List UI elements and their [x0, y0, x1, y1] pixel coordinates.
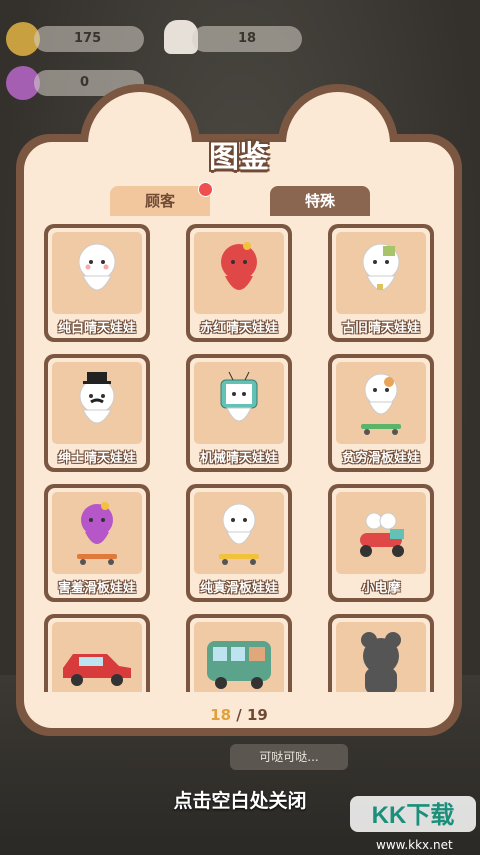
- card-label: 纯白晴天娃娃: [57, 321, 136, 336]
- purple-skateboard-doll-icon: [52, 492, 142, 574]
- card-label: 绅士晴天娃娃: [57, 451, 136, 466]
- card-label: 纯真滑板娃娃: [199, 581, 278, 596]
- card-label: 机械晴天娃娃: [199, 451, 278, 466]
- tab-special[interactable]: 特殊: [270, 186, 370, 216]
- panel-title: 图鉴: [209, 140, 269, 175]
- chefs-value: 18: [238, 31, 257, 46]
- red-doll-icon: [194, 232, 284, 314]
- collection-card[interactable]: [186, 614, 292, 692]
- collection-card[interactable]: 机械晴天娃娃: [186, 354, 292, 472]
- speech-bubble: 可哒可哒...: [230, 744, 348, 770]
- card-label: 害羞滑板娃娃: [57, 581, 136, 596]
- collection-counter: 18 / 19: [16, 706, 462, 724]
- gentleman-doll-icon: [52, 362, 142, 444]
- collection-card[interactable]: [44, 614, 150, 692]
- collection-card[interactable]: 害羞滑板娃娃: [44, 484, 150, 602]
- locked-silhouette-icon: [336, 622, 426, 692]
- collection-card[interactable]: 小电摩: [328, 484, 434, 602]
- collection-card[interactable]: [328, 614, 434, 692]
- white-skateboard-doll-icon: [194, 492, 284, 574]
- patched-doll-icon: [336, 232, 426, 314]
- notification-badge: [198, 182, 213, 197]
- watermark-url: www.kkx.net: [376, 838, 453, 852]
- green-van-icon: [194, 622, 284, 692]
- collection-card[interactable]: 绅士晴天娃娃: [44, 354, 150, 472]
- red-car-icon: [52, 622, 142, 692]
- card-label: 小电摩: [361, 581, 401, 596]
- collection-card[interactable]: 赤红晴天娃娃: [186, 224, 292, 342]
- coins-value: 175: [74, 31, 102, 46]
- counter-total: 19: [246, 706, 268, 724]
- white-doll-icon: [52, 232, 142, 314]
- tv-robot-doll-icon: [194, 362, 284, 444]
- tab-customers[interactable]: 顾客: [110, 186, 210, 216]
- collection-grid[interactable]: 纯白晴天娃娃 赤红晴天娃娃 古旧晴天娃娃 绅士晴天娃娃 机械晴天娃娃 贫穷滑板娃…: [30, 218, 448, 692]
- skateboard-doll-icon: [336, 362, 426, 444]
- collection-card[interactable]: 纯真滑板娃娃: [186, 484, 292, 602]
- scooter-icon: [336, 492, 426, 574]
- card-label: 赤红晴天娃娃: [199, 321, 278, 336]
- card-label: 古旧晴天娃娃: [341, 321, 420, 336]
- collection-card[interactable]: 古旧晴天娃娃: [328, 224, 434, 342]
- card-label: 贫穷滑板娃娃: [341, 451, 420, 466]
- counter-current: 18: [210, 706, 232, 724]
- collection-panel: 图鉴 顾客 特殊 纯白晴天娃娃 赤红晴天娃娃 古旧晴天娃娃 绅士晴天娃娃 机械晴…: [16, 84, 462, 736]
- counter-separator: /: [231, 706, 247, 724]
- collection-card[interactable]: 贫穷滑板娃娃: [328, 354, 434, 472]
- collection-card[interactable]: 纯白晴天娃娃: [44, 224, 150, 342]
- svg-text:KK下载: KK下载: [372, 802, 455, 829]
